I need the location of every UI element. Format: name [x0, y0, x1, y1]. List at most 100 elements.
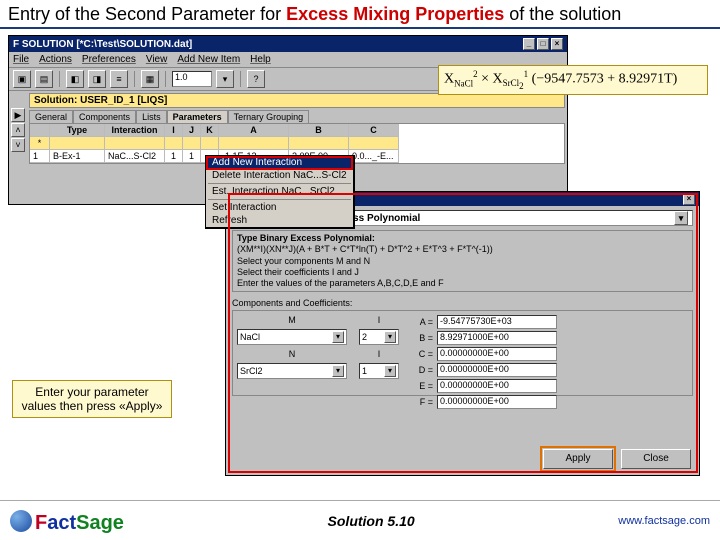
- tabs: General Components Lists Parameters Tern…: [29, 110, 565, 123]
- toolbar-btn-4[interactable]: ◨: [88, 70, 106, 88]
- chevron-down-icon-2[interactable]: ▾: [384, 331, 396, 343]
- title-highlight: Excess Mixing Properties: [286, 4, 504, 24]
- solution-path: Solution: USER_ID_1 [LIQS]: [29, 93, 565, 108]
- toolbar-sep-4: [240, 71, 241, 87]
- j-header: I: [359, 349, 399, 359]
- coefficients-area: M I NaCl ▾ 2 ▾ N: [232, 310, 693, 396]
- toolbar-btn-3[interactable]: ◧: [66, 70, 84, 88]
- toolbar-sep: [59, 71, 60, 87]
- window-buttons: _ □ ×: [523, 38, 563, 50]
- maximize-button[interactable]: □: [537, 38, 549, 50]
- toolbar-btn-2[interactable]: ▤: [35, 70, 53, 88]
- app-titlebar: F SOLUTION [*C:\Test\SOLUTION.dat] _ □ ×: [9, 36, 567, 52]
- menu-actions[interactable]: Actions: [39, 54, 72, 65]
- d-field[interactable]: 0.00000000E+00: [437, 363, 557, 377]
- toolbar-dropdown-icon[interactable]: ▾: [216, 70, 234, 88]
- ctx-delete-interaction[interactable]: Delete Interaction NaC...S-Cl2: [206, 169, 353, 182]
- c-label: C =: [413, 349, 433, 359]
- dialog-body: Select: Binary Excess Polynomial ▾ Type …: [226, 206, 699, 475]
- d-label: D =: [413, 365, 433, 375]
- j-dropdown[interactable]: 1 ▾: [359, 363, 399, 379]
- help-line-4: Select their coefficients I and J: [237, 267, 688, 278]
- menu-view[interactable]: View: [146, 54, 168, 65]
- i-header: I: [359, 315, 399, 325]
- c-field[interactable]: 0.00000000E+00: [437, 347, 557, 361]
- app-title: F SOLUTION [*C:\Test\SOLUTION.dat]: [13, 39, 192, 50]
- a-field[interactable]: -9.54775730E+03: [437, 315, 557, 329]
- chevron-down-icon[interactable]: ▾: [332, 331, 344, 343]
- m-value: NaCl: [240, 332, 260, 342]
- leftbtn-up[interactable]: ˄: [11, 123, 25, 137]
- close-button-dialog[interactable]: Close: [621, 449, 691, 469]
- chevron-down-icon-4[interactable]: ▾: [384, 365, 396, 377]
- apply-button[interactable]: Apply: [543, 449, 613, 469]
- mn-column: M I NaCl ▾ 2 ▾ N: [237, 315, 399, 391]
- title-suffix: of the solution: [504, 4, 621, 24]
- a-label: A =: [413, 317, 433, 327]
- f-field[interactable]: 0.00000000E+00: [437, 395, 557, 409]
- new-parameter-dialog: New Parameter Entry... × Select: Binary …: [225, 191, 700, 476]
- logo-act: act: [47, 512, 76, 535]
- dialog-close-icon[interactable]: ×: [683, 193, 695, 205]
- dropdown-icon[interactable]: ▾: [674, 211, 688, 225]
- factsage-logo: FactSage: [10, 507, 124, 535]
- help-line-5: Enter the values of the parameters A,B,C…: [237, 278, 688, 289]
- tab-ternary-grouping[interactable]: Ternary Grouping: [228, 110, 310, 123]
- menu-file[interactable]: File: [13, 54, 29, 65]
- e-label: E =: [413, 381, 433, 391]
- e-field[interactable]: 0.00000000E+00: [437, 379, 557, 393]
- toolbar-btn-5[interactable]: ≡: [110, 70, 128, 88]
- menu-add-new-item[interactable]: Add New Item: [177, 54, 240, 65]
- minimize-button[interactable]: _: [523, 38, 535, 50]
- leftbtn-down[interactable]: ˅: [11, 138, 25, 152]
- i-dropdown[interactable]: 2 ▾: [359, 329, 399, 345]
- ctx-est-interaction[interactable]: Est. Interaction NaC...SrCl2: [206, 185, 353, 198]
- ctx-set-interaction[interactable]: Set Interaction: [206, 201, 353, 214]
- tab-components[interactable]: Components: [73, 110, 136, 123]
- help-line-1: Type Binary Excess Polynomial:: [237, 233, 688, 244]
- tab-parameters[interactable]: Parameters: [167, 110, 228, 123]
- m-header: M: [237, 315, 347, 325]
- grid-row-marked[interactable]: *: [30, 137, 564, 150]
- toolbar-help-icon[interactable]: ?: [247, 70, 265, 88]
- ctx-sep-1: [208, 183, 351, 184]
- b-label: B =: [413, 333, 433, 343]
- footer-url: www.factsage.com: [618, 515, 710, 527]
- ctx-refresh[interactable]: Refresh: [206, 214, 353, 227]
- n-header: N: [237, 349, 347, 359]
- menu-preferences[interactable]: Preferences: [82, 54, 136, 65]
- i-value: 2: [362, 332, 367, 342]
- components-coeffs-label: Components and Coefficients:: [232, 298, 693, 308]
- help-box: Type Binary Excess Polynomial: (XM**I)(X…: [232, 230, 693, 292]
- j-value: 1: [362, 366, 367, 376]
- coeff-values-column: A = -9.54775730E+03 B = 8.92971000E+00 C =…: [413, 315, 557, 391]
- toolbar-sep-3: [165, 71, 166, 87]
- instruction-callout: Enter your parameter values then press «…: [12, 380, 172, 418]
- f-label: F =: [413, 397, 433, 407]
- logo-sage: Sage: [76, 512, 124, 535]
- toolbar-btn-1[interactable]: ▣: [13, 70, 31, 88]
- slide-title: Entry of the Second Parameter for Excess…: [0, 0, 720, 29]
- help-line-2: (XM**I)(XN**J)(A + B*T + C*T*ln(T) + D*T…: [237, 244, 688, 255]
- tab-general[interactable]: General: [29, 110, 73, 123]
- b-field[interactable]: 8.92971000E+00: [437, 331, 557, 345]
- close-button[interactable]: ×: [551, 38, 563, 50]
- logo-f: F: [35, 512, 47, 535]
- n-value: SrCl2: [240, 366, 263, 376]
- toolbar-sep-2: [134, 71, 135, 87]
- left-buttons: ▶ ˄ ˅: [11, 108, 25, 152]
- n-dropdown[interactable]: SrCl2 ▾: [237, 363, 347, 379]
- menu-help[interactable]: Help: [250, 54, 271, 65]
- toolbar-btn-6[interactable]: ▦: [141, 70, 159, 88]
- leftbtn-run[interactable]: ▶: [11, 108, 25, 122]
- tab-lists[interactable]: Lists: [136, 110, 167, 123]
- grid-header: Type Interaction I J K A B C: [30, 124, 564, 137]
- toolbar-field[interactable]: 1.0: [172, 71, 212, 87]
- formula-callout: XNaCl2 × XSrCl21 (−9547.7573 + 8.92971T): [438, 65, 708, 95]
- help-line-3: Select your components M and N: [237, 256, 688, 267]
- slide-footer: FactSage Solution 5.10 www.factsage.com: [0, 500, 720, 540]
- m-dropdown[interactable]: NaCl ▾: [237, 329, 347, 345]
- formula-numeric: (−9547.7573 + 8.92971T): [532, 72, 678, 87]
- chevron-down-icon-3[interactable]: ▾: [332, 365, 344, 377]
- ctx-add-new-interaction[interactable]: Add New Interaction: [206, 156, 353, 169]
